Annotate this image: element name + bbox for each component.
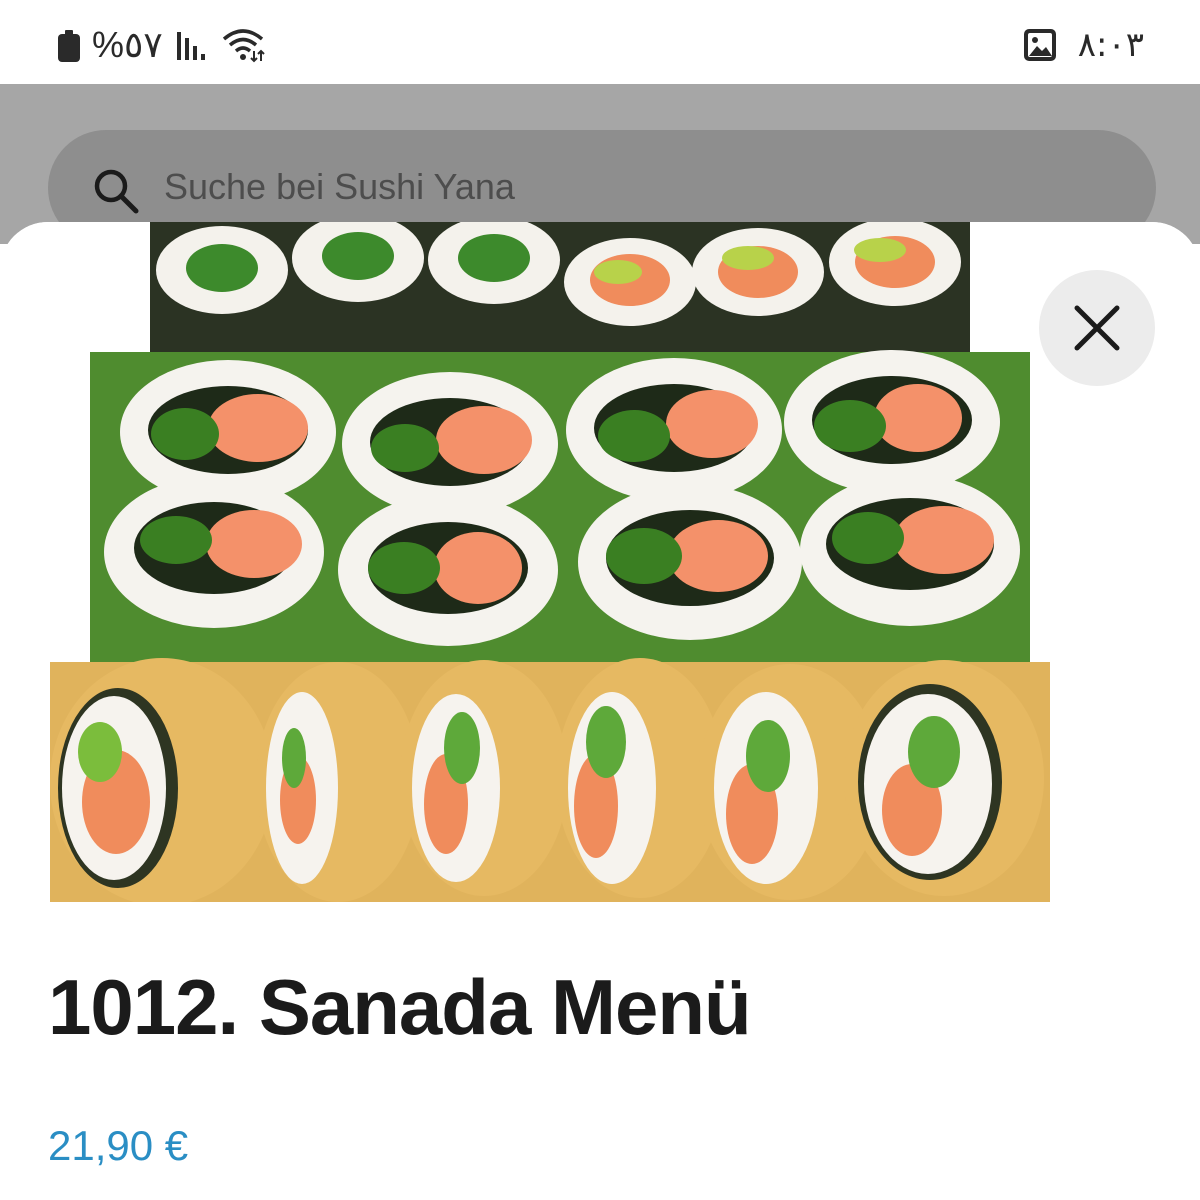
wifi-icon [222,29,265,63]
status-left: %٥٧ [58,22,267,68]
dimmed-background: Suche bei Sushi Yana [0,84,1200,246]
product-image [0,222,1200,902]
gallery-icon [1023,29,1056,61]
signal-icon [176,32,205,60]
product-title: 1012. Sanada Menü [48,963,752,1051]
status-right: ٨:٠٣ [1022,22,1144,68]
battery-percentage: %٥٧ [92,24,163,65]
search-icon [94,169,139,214]
status-bar: %٥٧ ٨:٠٣ [0,0,1200,84]
clock-time: ٨:٠٣ [1077,25,1144,65]
close-icon [1074,305,1120,351]
close-button[interactable] [1039,270,1155,386]
product-sheet: 1012. Sanada Menü 21,90 € [0,222,1200,1200]
product-price: 21,90 € [48,1122,189,1169]
battery-icon [58,28,80,62]
search-input[interactable]: Suche bei Sushi Yana [164,166,515,208]
